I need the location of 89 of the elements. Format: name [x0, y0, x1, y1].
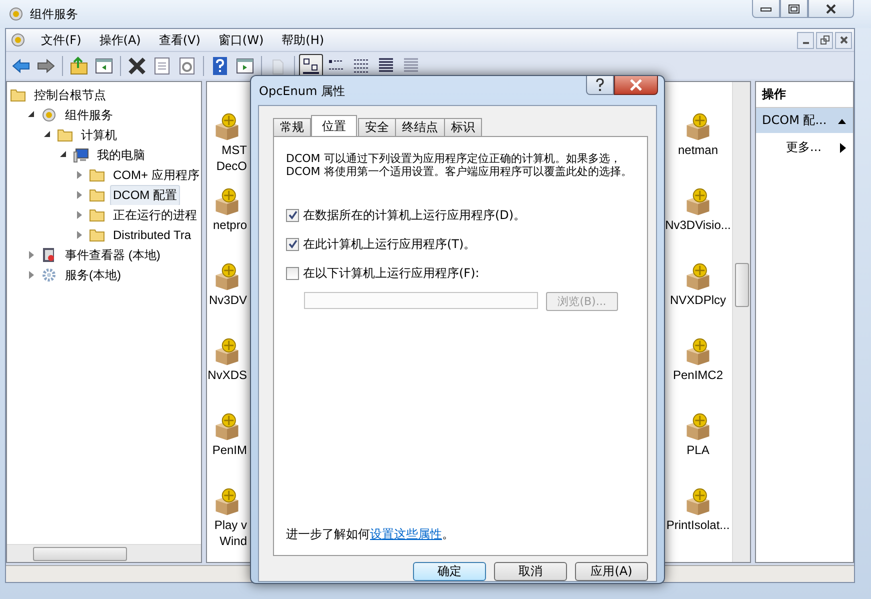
- minimize-icon: [760, 4, 772, 12]
- restore-icon: [820, 35, 830, 45]
- help-icon: [595, 78, 605, 92]
- close-button[interactable]: [835, 32, 852, 48]
- computer-icon: [73, 147, 89, 163]
- tree-item[interactable]: 服务(本地): [62, 265, 124, 285]
- menu-item[interactable]: 窗口(W): [209, 32, 273, 48]
- close-button[interactable]: [614, 76, 658, 95]
- checkbox[interactable]: [286, 238, 299, 250]
- tab[interactable]: 终结点: [395, 118, 445, 136]
- horizontal-scrollbar[interactable]: [7, 544, 201, 562]
- delete-icon: [127, 56, 147, 76]
- folder-icon: [57, 127, 73, 143]
- component-icon: [41, 107, 57, 123]
- tree-item[interactable]: 组件服务: [62, 105, 116, 125]
- apply-button[interactable]: 应用(A): [575, 562, 648, 581]
- dialog-title: OpcEnum 属性: [259, 83, 345, 100]
- tree-item[interactable]: 计算机: [78, 125, 120, 145]
- gear-icon: [41, 267, 57, 283]
- checkbox-label: 在数据所在的计算机上运行应用程序(D)。: [303, 206, 526, 224]
- help-button[interactable]: [586, 76, 614, 95]
- checkbox[interactable]: [286, 208, 299, 222]
- tree-item[interactable]: Distributed Tra: [110, 226, 194, 244]
- action-item[interactable]: 更多...: [756, 133, 853, 156]
- maximize-button[interactable]: [780, 0, 808, 18]
- vertical-scrollbar[interactable]: [732, 82, 750, 562]
- restore-button[interactable]: [816, 32, 833, 48]
- component-label[interactable]: PrintIsolat...: [666, 517, 730, 533]
- ok-button[interactable]: 确定: [413, 562, 486, 581]
- menu-item[interactable]: 查看(V): [150, 32, 210, 48]
- close-icon: [629, 79, 643, 91]
- component-label[interactable]: MST DecO: [216, 142, 247, 174]
- tree-item[interactable]: COM+ 应用程序: [110, 165, 201, 185]
- properties-link[interactable]: 设置这些属性: [370, 527, 442, 541]
- component-label[interactable]: Nv3DVisio...: [665, 217, 731, 233]
- component-label[interactable]: NVXDPlcy: [670, 292, 726, 308]
- component-label[interactable]: netpro: [212, 217, 247, 233]
- properties-icon: [152, 56, 172, 76]
- folder-icon: [89, 207, 105, 223]
- minimize-button[interactable]: [797, 32, 814, 48]
- collapse-arrow-icon: [837, 116, 847, 124]
- large-view-icon: [301, 56, 321, 76]
- tree-item[interactable]: 正在运行的进程: [110, 205, 200, 225]
- actions-section-header[interactable]: DCOM 配...: [756, 108, 853, 133]
- component-icon: [10, 32, 26, 48]
- folder-icon: [89, 227, 105, 243]
- component-label[interactable]: Play v Wind: [214, 517, 247, 549]
- large-view-button[interactable]: [299, 54, 323, 78]
- tab[interactable]: 位置: [311, 115, 357, 136]
- tab[interactable]: 常规: [273, 118, 311, 136]
- tab[interactable]: 安全: [358, 118, 396, 136]
- up-icon: [69, 56, 89, 76]
- component-label[interactable]: PenIM: [212, 442, 247, 458]
- actionpane-icon: [235, 56, 255, 76]
- help-text: 进一步了解如何设置这些属性。: [286, 526, 455, 543]
- close-icon: [838, 35, 848, 45]
- refresh-icon: [177, 56, 197, 76]
- window-title: 组件服务: [30, 6, 78, 22]
- menu-item[interactable]: 操作(A): [90, 32, 150, 48]
- menu-item[interactable]: 文件(F): [32, 32, 90, 48]
- component-label[interactable]: Nv3DV: [208, 292, 247, 308]
- description-text: DCOM 可以通过下列设置为应用程序定位正确的计算机。如果多选，DCOM 将使用第一个适用设置。客户端应用程序可以覆盖此处的选择。: [286, 152, 633, 178]
- folder-icon: [89, 167, 105, 183]
- maximize-icon: [788, 4, 800, 14]
- tree-item[interactable]: 我的电脑: [94, 145, 148, 165]
- tree-item[interactable]: 控制台根节点: [31, 85, 109, 105]
- component-label[interactable]: PenIMC2: [672, 367, 724, 383]
- submenu-arrow-icon: [839, 142, 847, 152]
- event-log-icon: [41, 247, 57, 263]
- cancel-button[interactable]: 取消: [494, 562, 567, 581]
- close-button[interactable]: [808, 0, 854, 18]
- close-icon: [825, 2, 837, 14]
- checkbox-label: 在以下计算机上运行应用程序(F):: [303, 264, 480, 282]
- component-label[interactable]: netman: [678, 142, 718, 158]
- folder-icon: [10, 87, 26, 103]
- tree-icon: [94, 56, 114, 76]
- tree-item[interactable]: DCOM 配置: [110, 185, 180, 205]
- minimize-icon: [802, 42, 808, 44]
- component-label[interactable]: NvXDS: [208, 367, 247, 383]
- checkbox-label: 在此计算机上运行应用程序(T)。: [303, 236, 476, 252]
- tab[interactable]: 标识: [444, 118, 482, 136]
- folder-icon: [89, 187, 105, 203]
- minimize-button[interactable]: [752, 0, 780, 18]
- help-icon: [210, 56, 230, 76]
- tree-item[interactable]: 事件查看器 (本地): [62, 245, 164, 265]
- component-label[interactable]: PLA: [686, 442, 710, 458]
- component-icon: [8, 6, 24, 22]
- checkbox[interactable]: [286, 266, 299, 280]
- menu-item[interactable]: 帮助(H): [272, 32, 334, 48]
